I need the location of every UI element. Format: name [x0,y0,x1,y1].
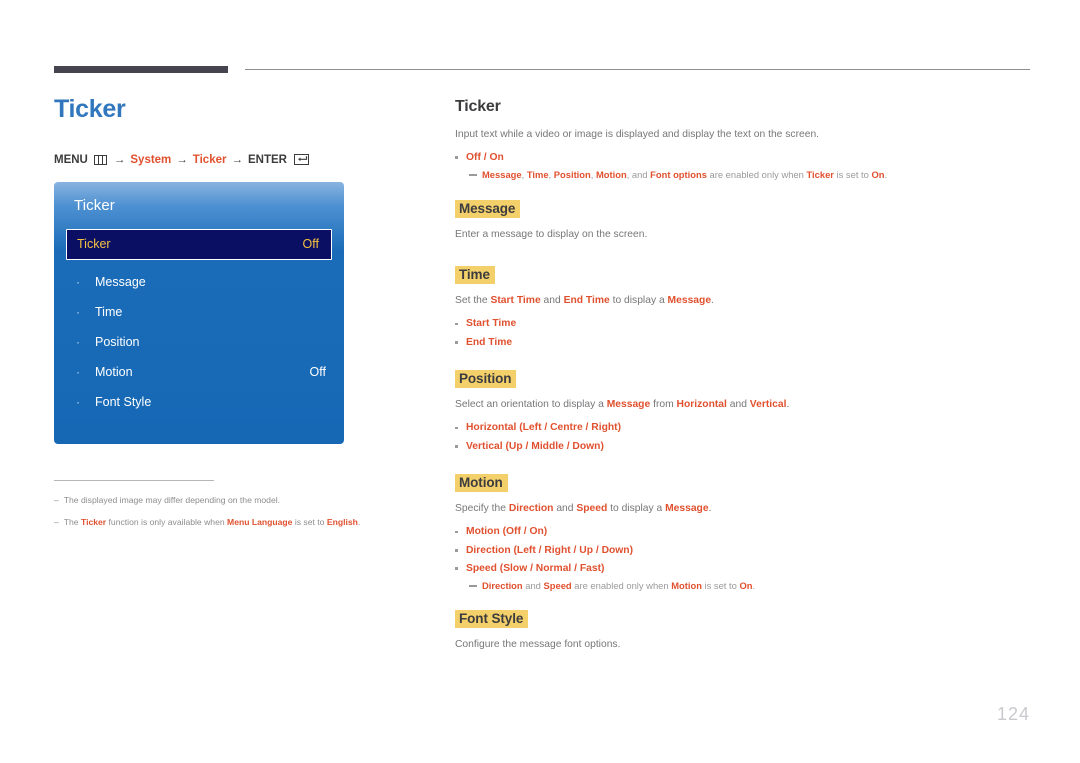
footnote-dash: – [54,494,59,505]
section-heading-time: Time [455,266,495,285]
path-step-system: System [130,153,172,166]
section-note-motion: Direction and Speed are enabled only whe… [455,579,1030,593]
footnote-dash: – [54,517,59,528]
osd-row-label: Position [95,335,140,349]
osd-row-value: Off [302,237,319,251]
enter-label: ENTER [247,153,287,166]
osd-row-label: Ticker [77,237,111,251]
path-arrow-2: → [176,153,188,166]
page-title: Ticker [54,95,126,123]
osd-row-value: Off [309,365,326,379]
section-body-time: Set the Start Time and End Time to displ… [455,295,714,307]
osd-row-label: Message [95,275,146,289]
section-bullet: End Time [455,335,1030,350]
osd-row-label: Font Style [95,395,152,409]
osd-row-list: Ticker Off · Message · Time · Position · [54,228,344,417]
menu-label: MENU [54,153,88,166]
content-intro-bullet: Off / On [455,150,1030,165]
osd-row-label: Time [95,305,123,319]
section-bullet: Direction (Left / Right / Up / Down) [455,543,1030,558]
section-bullet: Motion (Off / On) [455,524,1030,539]
osd-bullet-icon: · [76,305,80,319]
page-number: 124 [996,704,1030,724]
osd-row-position[interactable]: · Position [54,328,344,357]
path-step-ticker: Ticker [192,153,227,166]
section-bullet: Speed (Slow / Normal / Fast) [455,561,1030,576]
section-heading-position: Position [455,370,517,389]
section-body-font-style: Configure the message font options. [455,639,621,651]
section-bullet: Horizontal (Left / Centre / Right) [455,420,1030,435]
footnotes-rule [54,479,214,481]
content-intro-note: Message, Time, Position, Motion, and Fon… [455,168,1030,182]
header-rule [245,69,1030,70]
osd-row-font-style[interactable]: · Font Style [54,388,344,417]
osd-row-label: Motion [95,365,133,379]
path-arrow-3: → [231,153,243,166]
osd-row-message[interactable]: · Message [54,268,344,297]
section-body-message: Enter a message to display on the screen… [455,228,648,240]
path-arrow-1: → [113,153,126,166]
content-intro: Input text while a video or image is dis… [455,129,820,140]
section-body-motion: Specify the Direction and Speed to displ… [455,503,712,515]
footnote-item: – The displayed image may differ dependi… [54,494,376,507]
osd-menu-panel: Ticker Ticker Off · Message · Time · Pos… [54,181,344,444]
osd-row-ticker[interactable]: Ticker Off [66,228,332,260]
footnote-item: – The Ticker function is only available … [54,516,376,529]
osd-title: Ticker [74,196,115,214]
section-heading-font-style: Font Style [455,610,529,629]
menu-grid-icon [93,154,107,165]
footnotes: – The displayed image may differ dependi… [54,479,376,530]
osd-bullet-icon: · [76,395,80,409]
section-bullet: Vertical (Up / Middle / Down) [455,439,1030,454]
osd-bullet-icon: · [76,335,80,349]
menu-path-breadcrumb: MENU → System → Ticker → ENTER [54,154,414,166]
footnote-text: The displayed image may differ depending… [63,494,281,505]
osd-row-time[interactable]: · Time [54,298,344,327]
enter-return-icon [293,154,309,165]
footnote-text: The Ticker function is only available wh… [63,517,361,528]
section-heading-motion: Motion [455,474,508,493]
osd-row-motion[interactable]: · Motion Off [54,358,344,387]
section-body-position: Select an orientation to display a Messa… [455,399,790,411]
osd-bullet-icon: · [76,365,80,379]
header-accent-bar [54,66,228,73]
left-column: Ticker MENU → System → Ticker → ENTER Ti… [54,95,414,539]
right-column: Ticker Input text while a video or image… [455,98,1030,660]
content-title: Ticker [455,98,501,115]
section-heading-message: Message [455,199,521,218]
section-bullet: Start Time [455,316,1030,331]
osd-bullet-icon: · [76,275,80,289]
